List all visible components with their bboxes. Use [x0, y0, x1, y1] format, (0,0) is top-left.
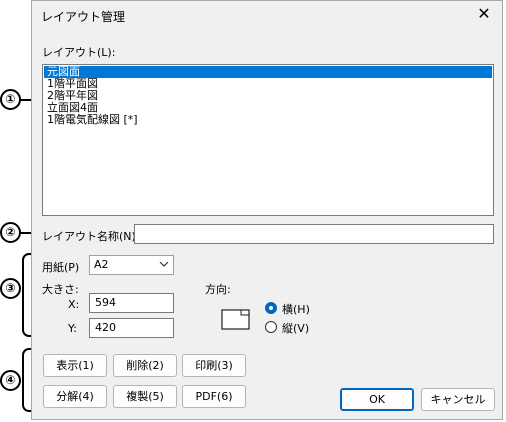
dialog-title: レイアウト管理 [41, 10, 126, 24]
cancel-button[interactable]: キャンセル [421, 388, 495, 411]
paper-size-value: A2 [94, 258, 109, 271]
close-icon[interactable]: ✕ [474, 4, 494, 24]
list-item[interactable]: 1階平面図 [44, 78, 492, 90]
duplicate-button[interactable]: 複製(5) [113, 385, 177, 408]
print-button[interactable]: 印刷(3) [182, 354, 246, 377]
delete-button[interactable]: 削除(2) [113, 354, 177, 377]
layout-name-input[interactable] [134, 224, 494, 244]
x-label: X: [68, 298, 80, 311]
split-button[interactable]: 分解(4) [43, 385, 107, 408]
list-item[interactable]: 元図面 [44, 66, 492, 78]
landscape-radio[interactable] [265, 302, 277, 314]
paper-size-select[interactable]: A2 [89, 255, 174, 275]
chevron-down-icon [159, 261, 169, 267]
portrait-label[interactable]: 縦(V) [282, 320, 309, 336]
landscape-label[interactable]: 横(H) [282, 301, 310, 317]
display-button[interactable]: 表示(1) [43, 354, 107, 377]
layout-name-label: レイアウト名称(N): [42, 230, 140, 243]
layout-manager-dialog: レイアウト管理 ✕ レイアウト(L): 元図面 1階平面図 2階平年図 立面図4… [31, 0, 503, 420]
orientation-label: 方向: [205, 283, 231, 296]
annotation-marker-2: ② [0, 222, 21, 243]
paper-label: 用紙(P) [42, 261, 80, 274]
size-label: 大きさ: [42, 283, 79, 296]
portrait-radio[interactable] [265, 321, 277, 333]
layout-listbox[interactable]: 元図面 1階平面図 2階平年図 立面図4面 1階電気配線図 [*] [42, 64, 494, 216]
ok-button[interactable]: OK [340, 388, 414, 411]
y-label: Y: [68, 322, 77, 335]
annotation-marker-3: ③ [0, 278, 21, 299]
y-size-input[interactable]: 420 [89, 318, 174, 338]
list-item[interactable]: 2階平年図 [44, 90, 492, 102]
x-size-input[interactable]: 594 [89, 293, 174, 313]
layout-list-label: レイアウト(L): [42, 46, 116, 59]
annotation-marker-4: ④ [0, 370, 21, 391]
list-item[interactable]: 1階電気配線図 [*] [44, 114, 492, 126]
page-orientation-icon [221, 309, 250, 330]
annotation-marker-1: ① [0, 89, 21, 110]
pdf-button[interactable]: PDF(6) [182, 385, 246, 408]
